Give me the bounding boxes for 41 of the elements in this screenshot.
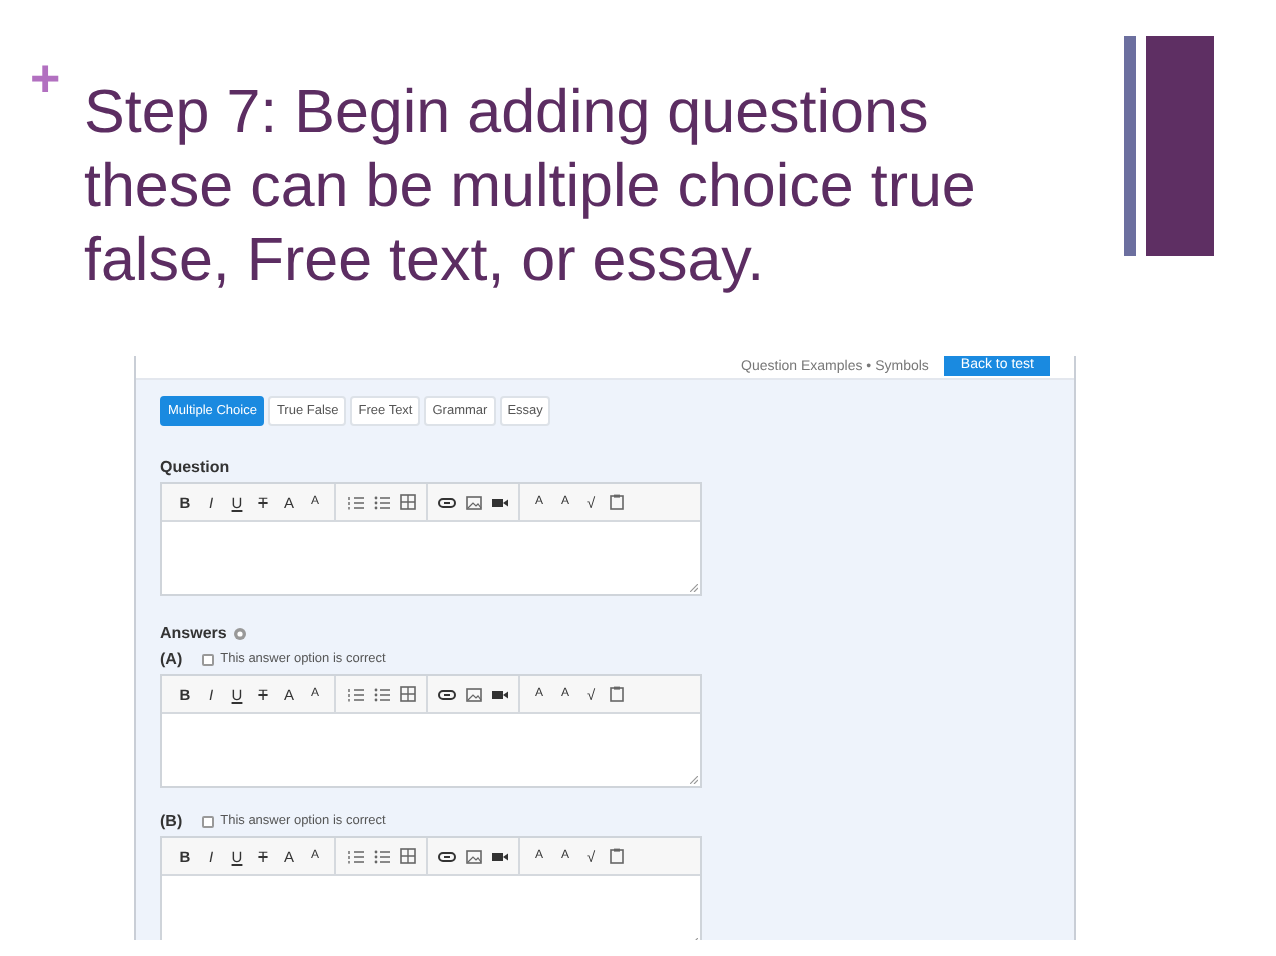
resize-grip-icon[interactable]: [690, 584, 698, 592]
clipboard-icon: [610, 686, 624, 702]
clipboard-icon: [610, 494, 624, 510]
bullet-list-icon: [373, 495, 389, 509]
image-icon: [465, 495, 481, 509]
video-camera-icon: [491, 497, 507, 507]
paste-button[interactable]: [604, 490, 630, 514]
table-button[interactable]: [394, 490, 420, 514]
link-icon: [438, 851, 456, 861]
image-button[interactable]: [460, 682, 486, 706]
table-button[interactable]: [394, 682, 420, 706]
answers-label: Answers: [160, 624, 227, 642]
table-icon: [399, 848, 415, 864]
table-button[interactable]: [394, 844, 420, 868]
correct-checkbox[interactable]: [202, 815, 215, 827]
video-camera-icon: [491, 851, 507, 861]
resize-grip-icon[interactable]: [690, 776, 698, 784]
video-camera-icon: [491, 689, 507, 699]
table-icon: [399, 494, 415, 510]
numbered-list-icon: [347, 687, 363, 701]
correct-checkbox[interactable]: [202, 653, 215, 665]
question-label: Question: [160, 458, 232, 476]
clipboard-icon: [610, 848, 624, 864]
link-icon: [438, 689, 456, 699]
numbered-list-icon: [347, 849, 363, 863]
answer-letter: (B): [160, 812, 183, 830]
bullet-list-icon: [373, 849, 389, 863]
link-icon: [438, 497, 456, 507]
paste-button[interactable]: [604, 844, 630, 868]
bullet-mark: +: [30, 52, 63, 112]
paste-button[interactable]: [604, 682, 630, 706]
answer-letter: (A): [160, 650, 183, 668]
image-icon: [465, 849, 481, 863]
image-icon: [465, 687, 481, 701]
numbered-list-icon: [347, 495, 363, 509]
table-icon: [399, 686, 415, 702]
image-button[interactable]: [460, 844, 486, 868]
bullet-list-icon: [373, 687, 389, 701]
slide-title: Step 7: Begin adding questions these can be multiple choice true false, Free text, or essay.: [84, 76, 978, 298]
help-icon[interactable]: [234, 627, 247, 639]
image-button[interactable]: [460, 490, 486, 514]
